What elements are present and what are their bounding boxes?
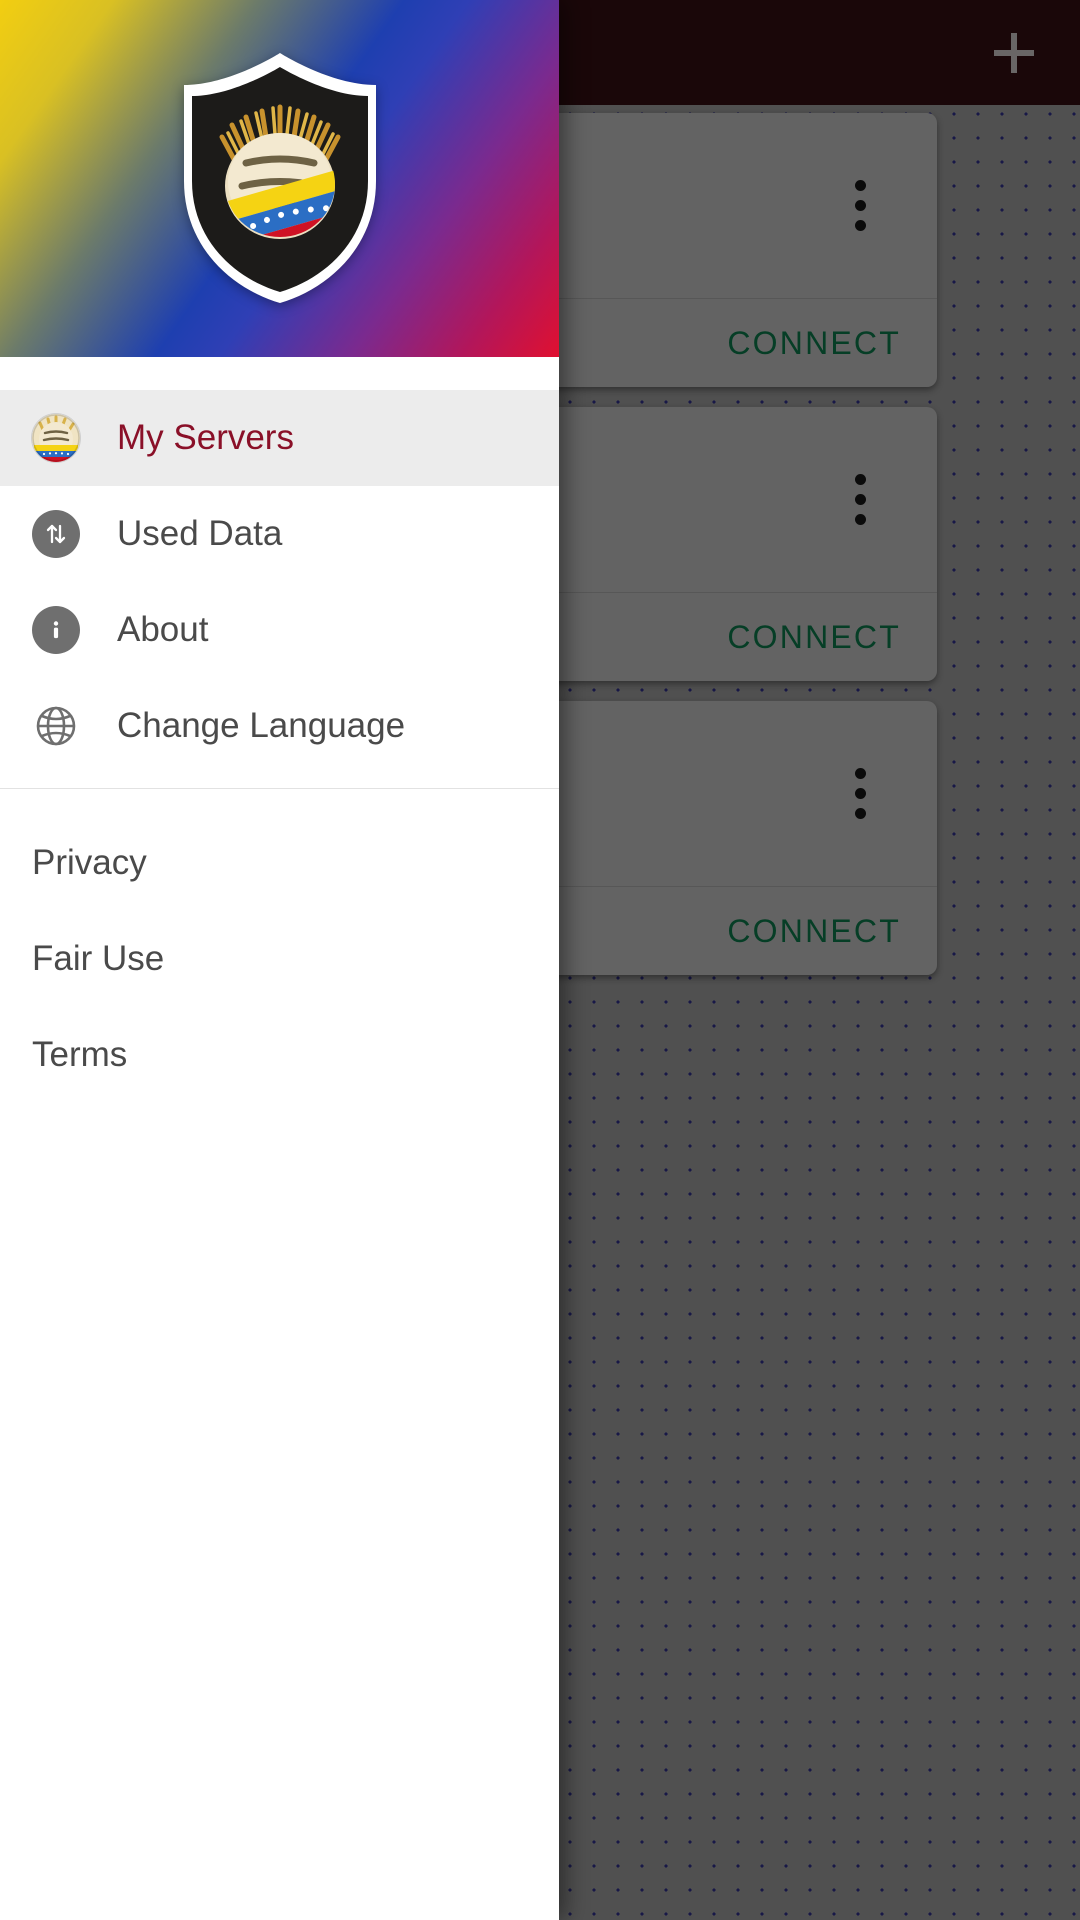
sidebar-item-fair-use[interactable]: Fair Use bbox=[0, 911, 559, 1007]
sidebar-item-label: Fair Use bbox=[32, 939, 165, 978]
sidebar-item-about[interactable]: About bbox=[0, 582, 559, 678]
drawer-link-list: Privacy Fair Use Terms bbox=[0, 789, 559, 1103]
sidebar-item-change-language[interactable]: Change Language bbox=[0, 678, 559, 774]
data-transfer-icon bbox=[32, 510, 80, 558]
sidebar-item-used-data[interactable]: Used Data bbox=[0, 486, 559, 582]
sidebar-item-terms[interactable]: Terms bbox=[0, 1007, 559, 1103]
sidebar-item-label: My Servers bbox=[117, 418, 294, 457]
sidebar-item-privacy[interactable]: Privacy bbox=[0, 815, 559, 911]
globe-icon bbox=[32, 702, 80, 750]
sidebar-item-label: Terms bbox=[32, 1035, 128, 1074]
drawer-header bbox=[0, 0, 559, 357]
venezuela-flag-avatar-icon bbox=[32, 414, 80, 462]
sidebar-item-label: About bbox=[117, 610, 209, 649]
sidebar-item-label: Change Language bbox=[117, 706, 406, 745]
sidebar-item-my-servers[interactable]: My Servers bbox=[0, 390, 559, 486]
drawer-spacer bbox=[0, 357, 559, 390]
drawer-empty-space bbox=[0, 1103, 559, 1920]
navigation-drawer: My Servers Used Data About Change Langua… bbox=[0, 0, 559, 1920]
sidebar-item-label: Privacy bbox=[32, 843, 147, 882]
shield-arepa-flag-logo bbox=[180, 51, 380, 306]
info-icon bbox=[32, 606, 80, 654]
drawer-nav-list: My Servers Used Data About Change Langua… bbox=[0, 390, 559, 774]
sidebar-item-label: Used Data bbox=[117, 514, 283, 553]
